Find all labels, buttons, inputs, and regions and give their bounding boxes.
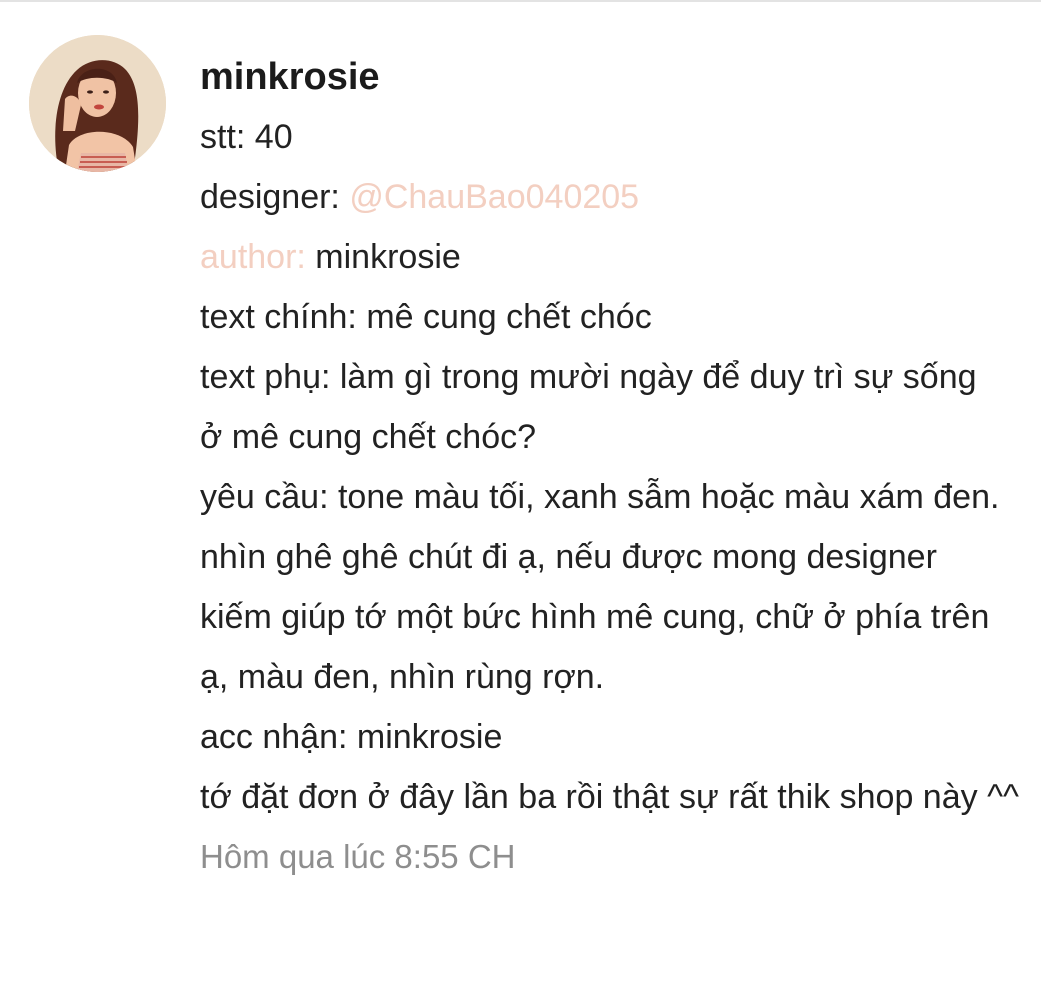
author-value: minkrosie — [305, 238, 461, 276]
comment-line-designer: designer: @ChauBao040205 — [200, 167, 1030, 227]
avatar[interactable] — [29, 35, 166, 172]
comment-line-yeu-cau: yêu cầu: tone màu tối, xanh sẫm hoặc màu… — [200, 478, 1000, 696]
author-label: author: — [200, 238, 306, 276]
comment-timestamp: Hôm qua lúc 8:55 CH — [200, 838, 516, 875]
comment-username[interactable]: minkrosie — [200, 47, 1030, 107]
designer-label: designer: — [200, 178, 350, 216]
comment-line-note: tớ đặt đơn ở đây lần ba rồi thật sự rất … — [200, 778, 1019, 816]
comment-line-author: author: minkrosie — [200, 227, 1030, 287]
designer-mention-link[interactable]: @ChauBao040205 — [349, 178, 639, 216]
comment-line-acc-nhan: acc nhận: minkrosie — [200, 718, 503, 756]
avatar-photo-icon — [29, 35, 166, 172]
comment-line-text-phu: text phụ: làm gì trong mười ngày để duy … — [200, 358, 977, 456]
comment-body: minkrosie stt: 40 designer: @ChauBao0402… — [200, 47, 1030, 887]
comment-item: minkrosie stt: 40 designer: @ChauBao0402… — [0, 0, 1041, 994]
comment-line-stt: stt: 40 — [200, 118, 293, 156]
comment-line-text-chinh: text chính: mê cung chết chóc — [200, 298, 652, 336]
